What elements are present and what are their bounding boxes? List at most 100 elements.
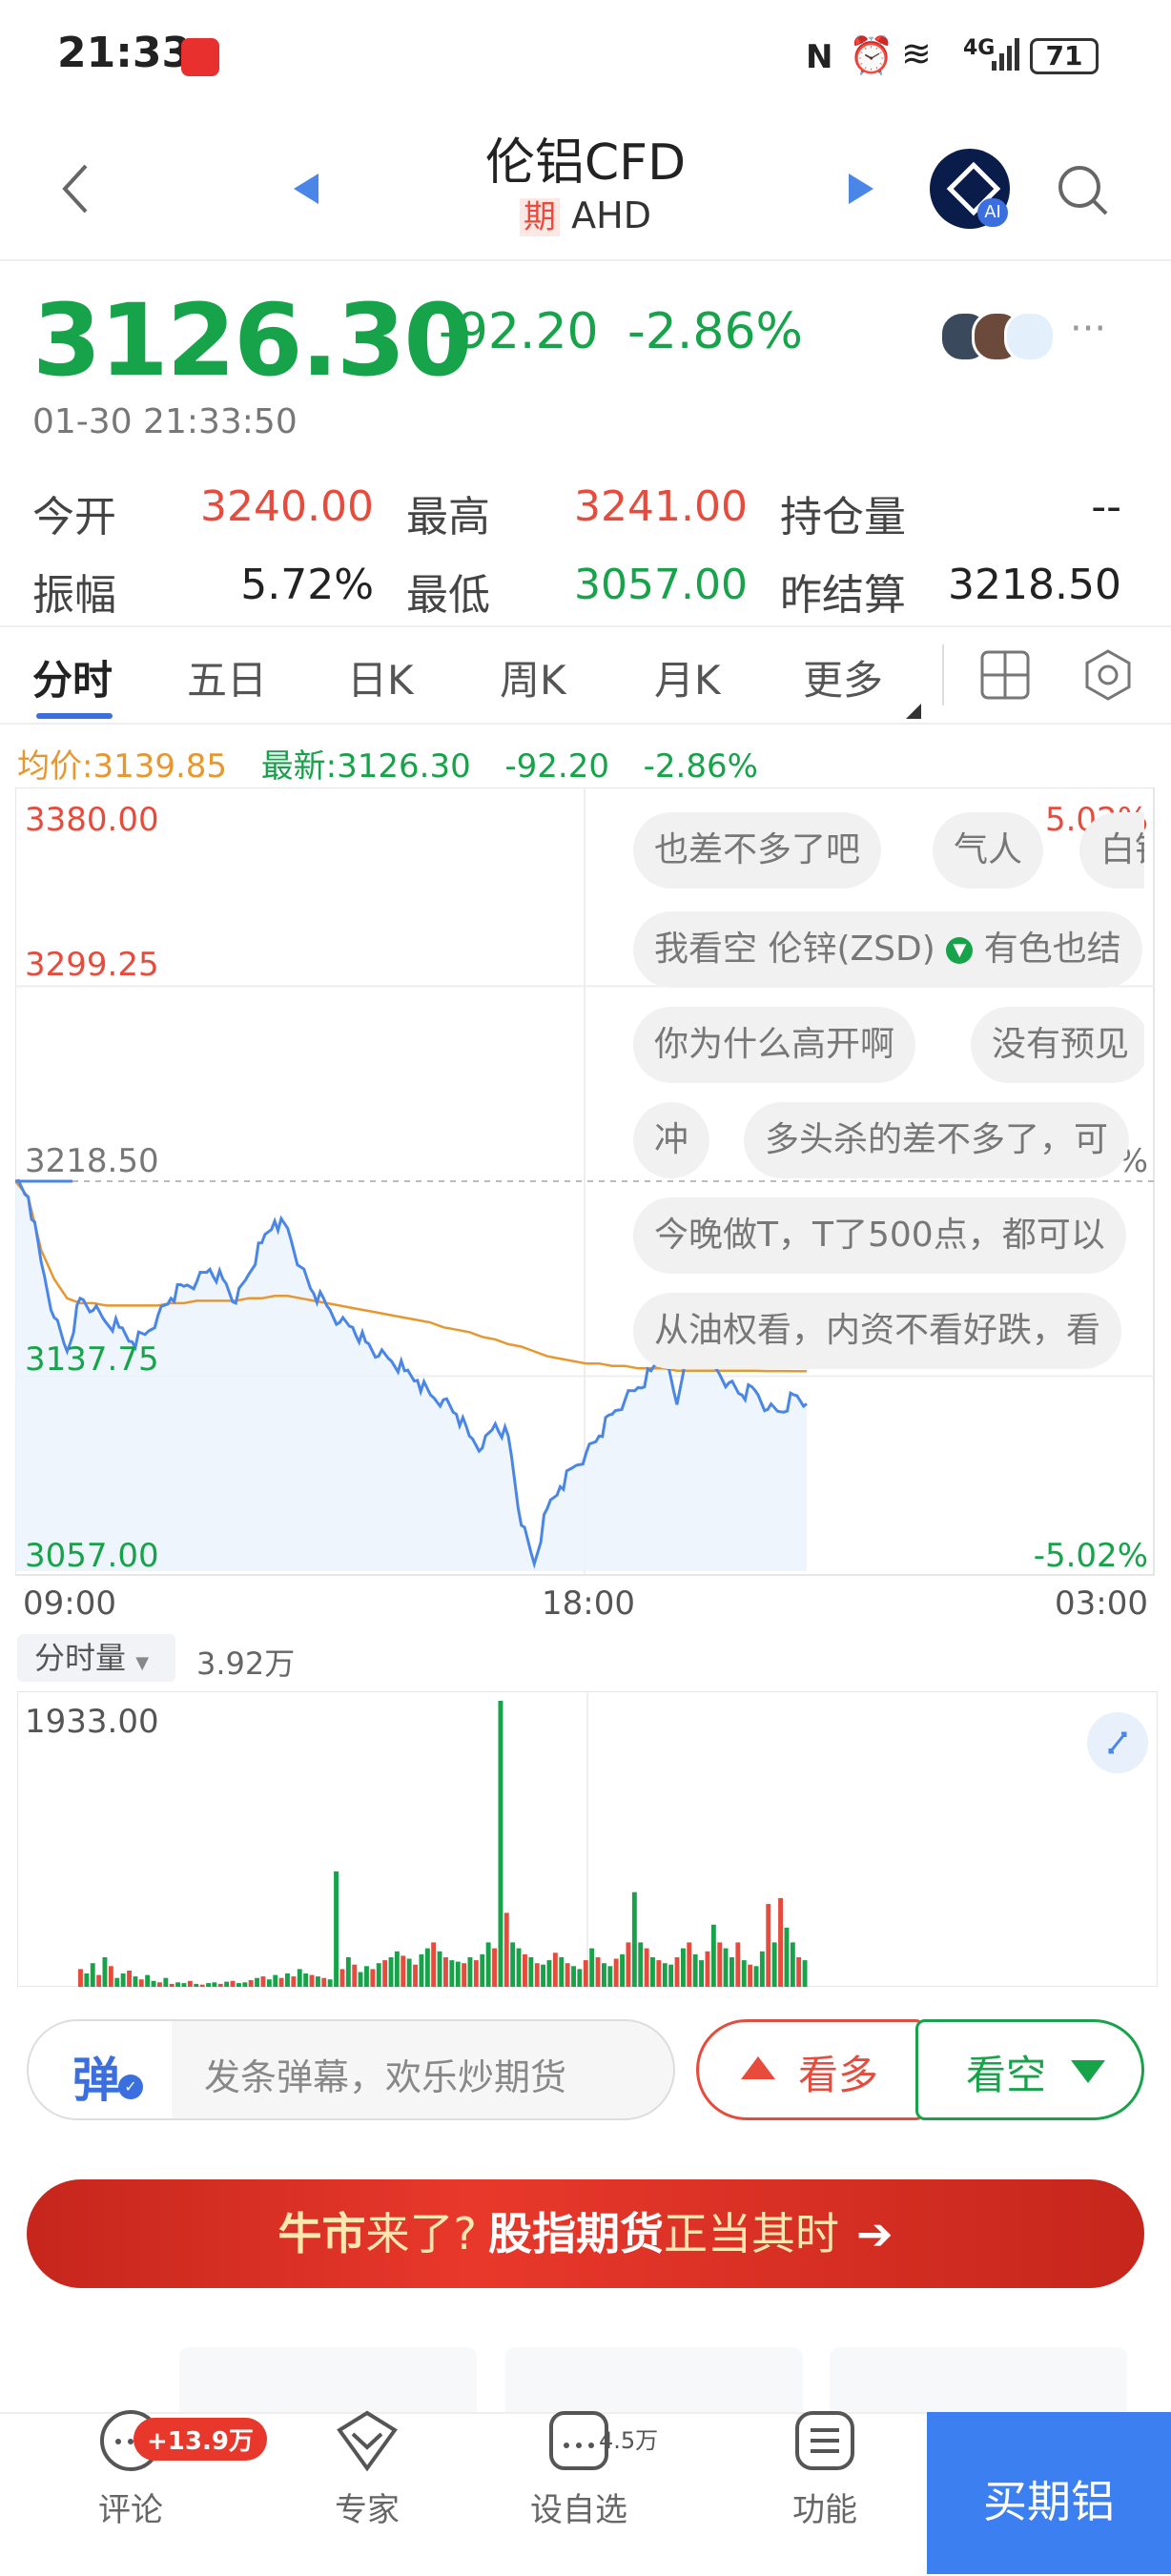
x-tick-mid: 18:00 <box>542 1584 635 1623</box>
volume-bar <box>431 1942 437 1987</box>
volume-bar <box>710 1924 716 1987</box>
dropdown-icon: ▼ <box>946 937 974 964</box>
volume-bar <box>699 1960 704 1987</box>
volume-bar <box>382 1960 388 1987</box>
volume-bar <box>607 1966 613 1987</box>
volume-bar <box>278 1977 284 1987</box>
tab-weekly-k[interactable]: 周K <box>500 648 566 706</box>
bearish-button[interactable]: 看空 <box>915 2019 1144 2120</box>
nav-functions[interactable]: 功能 <box>753 2407 896 2530</box>
volume-bar <box>644 1948 649 1987</box>
y-tick-lower: 3137.75 <box>25 1340 159 1379</box>
price-change: -92.20 <box>439 303 599 360</box>
volume-bar <box>236 1983 241 1987</box>
volume-bar <box>413 1964 418 1987</box>
volume-bar <box>523 1953 527 1987</box>
bearish-label: 看空 <box>966 2052 1047 2098</box>
danmaku-input[interactable]: 发条弹幕，欢乐炒期货 <box>204 2048 566 2100</box>
bullish-button[interactable]: 看多 <box>696 2019 925 2120</box>
more-icon[interactable]: ··· <box>1070 307 1106 351</box>
nav-functions-label: 功能 <box>792 2491 857 2529</box>
danmaku-input-bar[interactable]: 弹 ✓ 发条弹幕，欢乐炒期货 <box>27 2019 675 2120</box>
volume-bar <box>613 1958 619 1987</box>
volume-bar <box>108 1966 113 1987</box>
buy-aluminum-button[interactable]: 买期铝 <box>927 2412 1171 2574</box>
low-label: 最低 <box>406 571 490 620</box>
wifi-icon: ≋ <box>901 32 932 74</box>
volume-bar <box>96 1974 102 1987</box>
low-value: 3057.00 <box>574 561 748 609</box>
danmaku-toggle[interactable]: 弹 ✓ <box>29 2021 172 2118</box>
tab-more[interactable]: 更多 <box>803 648 883 706</box>
volume-bar <box>206 1983 211 1987</box>
promo-banner[interactable]: 牛市来了? 股指期货正当其时 ➔ <box>27 2179 1144 2288</box>
volume-bar <box>735 1942 741 1987</box>
dropdown-corner-icon <box>906 704 921 719</box>
volume-bar <box>248 1980 254 1987</box>
check-icon: ✓ <box>118 2075 143 2099</box>
volume-bar <box>729 1957 734 1987</box>
prev-settle-label: 昨结算 <box>780 571 906 620</box>
volume-bar <box>345 1957 351 1987</box>
volume-selector-label: 分时量 <box>34 1640 127 1676</box>
chart-change-pct: -2.86% <box>643 747 758 786</box>
danmaku-bubble[interactable]: 也差不多了吧 <box>633 812 882 889</box>
volume-bar <box>163 1977 169 1987</box>
volume-bar <box>668 1964 674 1987</box>
tab-daily-k[interactable]: 日K <box>347 648 414 706</box>
danmaku-bubble[interactable]: 你为什么高开啊 <box>633 1007 916 1083</box>
danmaku-bubble[interactable]: 多头杀的差不多了，可 <box>744 1102 1130 1178</box>
volume-bar <box>181 1983 187 1987</box>
watchlist-count: 4.5万 <box>599 2427 659 2454</box>
amplitude-value: 5.72% <box>240 561 374 609</box>
y-tick-bottom: 3057.00 <box>25 1537 159 1575</box>
danmaku-bubble[interactable]: 冲 <box>633 1102 710 1178</box>
volume-bar <box>285 1973 290 1987</box>
search-icon[interactable] <box>1057 164 1110 217</box>
tab-five-day[interactable]: 五日 <box>187 648 267 706</box>
volume-bar <box>638 1942 644 1987</box>
volume-bar <box>376 1963 381 1987</box>
danmaku-bubble[interactable]: 从油权看，内资不看好跌，看 <box>633 1293 1122 1369</box>
chart-change: -92.20 <box>504 747 609 786</box>
volume-total: 3.92万 <box>196 1646 296 1682</box>
volume-bar <box>90 1963 95 1987</box>
banner-text-4: 正当其时 <box>663 2208 839 2259</box>
volume-bar <box>467 1957 473 1987</box>
volume-bar <box>552 1952 558 1987</box>
layout-grid-icon[interactable] <box>980 650 1030 700</box>
volume-bar <box>546 1960 552 1987</box>
volume-bar <box>255 1977 259 1987</box>
next-contract-button[interactable] <box>849 174 873 204</box>
volume-bar <box>455 1961 461 1987</box>
volume-bar <box>443 1957 448 1987</box>
nav-watchlist-label: 设自选 <box>530 2491 627 2529</box>
tab-intraday[interactable]: 分时 <box>32 648 113 706</box>
fullscreen-button[interactable] <box>1087 1712 1148 1773</box>
volume-bar <box>321 1977 327 1987</box>
volume-bar <box>741 1960 747 1987</box>
ai-assistant-button[interactable]: AI <box>930 149 1010 229</box>
danmaku-bubble[interactable]: 没有预见 <box>971 1007 1144 1083</box>
banner-text-3: 股指期货 <box>487 2208 664 2259</box>
danmaku-bubble[interactable]: 我看空 伦锌(ZSD) ▼ 有色也结 <box>633 911 1142 988</box>
danmaku-bubble[interactable]: 白银 <box>1079 812 1144 889</box>
volume-bar <box>242 1982 248 1987</box>
volume-max-label: 1933.00 <box>25 1703 159 1741</box>
volume-chart[interactable] <box>17 1691 1158 1987</box>
volume-bar <box>114 1977 120 1987</box>
y-tick-top: 3380.00 <box>25 801 159 839</box>
volume-bar <box>705 1951 710 1987</box>
danmaku-bubble[interactable]: 今晚做T，T了500点，都可以 <box>633 1197 1126 1274</box>
volume-bar <box>120 1973 126 1987</box>
volume-bar <box>157 1982 162 1987</box>
volume-bar <box>771 1942 777 1987</box>
volume-selector[interactable]: 分时量 ▼ <box>17 1634 175 1682</box>
danmaku-bubble[interactable]: 气人 <box>933 812 1044 889</box>
volume-bar <box>480 1953 485 1987</box>
nav-expert[interactable]: 专家 <box>296 2407 439 2530</box>
volume-bar <box>230 1980 236 1987</box>
settings-icon[interactable] <box>1081 648 1135 702</box>
community-avatars[interactable] <box>939 307 1056 362</box>
tab-monthly-k[interactable]: 月K <box>654 648 721 706</box>
